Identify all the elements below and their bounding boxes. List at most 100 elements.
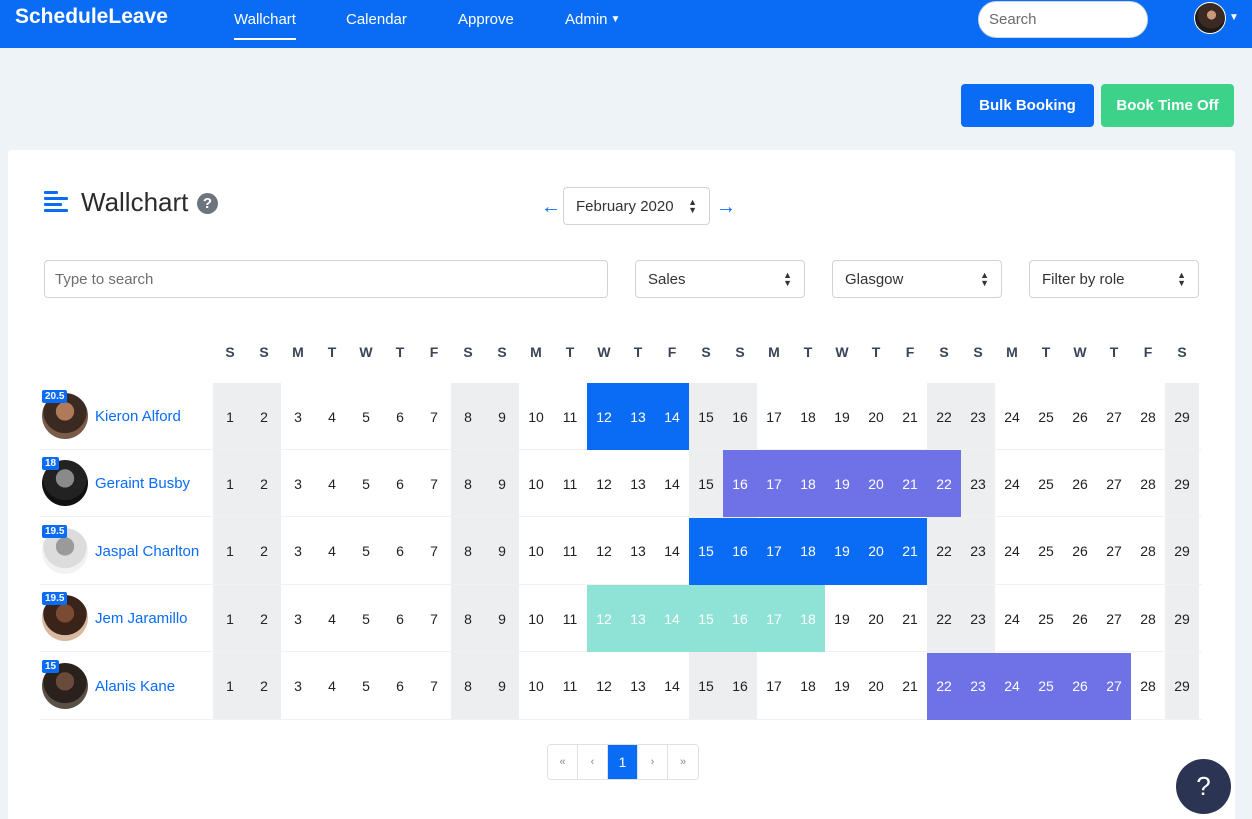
day-cell[interactable]: 8 (451, 450, 485, 517)
day-cell[interactable]: 2 (247, 450, 281, 517)
day-cell[interactable]: 11 (553, 653, 587, 720)
day-cell[interactable]: 23 (961, 383, 995, 450)
day-cell[interactable]: 22 (927, 585, 961, 652)
day-cell[interactable]: 23 (961, 653, 995, 720)
day-cell[interactable]: 16 (723, 518, 757, 585)
day-cell[interactable]: 20 (859, 518, 893, 585)
day-cell[interactable]: 27 (1097, 518, 1131, 585)
day-cell[interactable]: 17 (757, 518, 791, 585)
day-cell[interactable]: 26 (1063, 450, 1097, 517)
day-cell[interactable]: 21 (893, 653, 927, 720)
day-cell[interactable]: 18 (791, 585, 825, 652)
day-cell[interactable]: 23 (961, 585, 995, 652)
day-cell[interactable]: 25 (1029, 450, 1063, 517)
day-cell[interactable]: 19 (825, 450, 859, 517)
day-cell[interactable]: 6 (383, 585, 417, 652)
nav-admin[interactable]: Admin ▼ (565, 11, 620, 28)
day-cell[interactable]: 18 (791, 383, 825, 450)
employee-search-input[interactable] (44, 260, 608, 298)
first-page-button[interactable]: « (548, 745, 578, 779)
user-avatar[interactable] (1194, 2, 1226, 34)
day-cell[interactable]: 4 (315, 450, 349, 517)
day-cell[interactable]: 23 (961, 450, 995, 517)
day-cell[interactable]: 19 (825, 518, 859, 585)
day-cell[interactable]: 18 (791, 518, 825, 585)
day-cell[interactable]: 13 (621, 653, 655, 720)
day-cell[interactable]: 27 (1097, 450, 1131, 517)
day-cell[interactable]: 1 (213, 518, 247, 585)
day-cell[interactable]: 16 (723, 383, 757, 450)
day-cell[interactable]: 25 (1029, 383, 1063, 450)
day-cell[interactable]: 24 (995, 450, 1029, 517)
day-cell[interactable]: 9 (485, 383, 519, 450)
day-cell[interactable]: 28 (1131, 653, 1165, 720)
day-cell[interactable]: 10 (519, 450, 553, 517)
day-cell[interactable]: 25 (1029, 653, 1063, 720)
day-cell[interactable]: 6 (383, 518, 417, 585)
day-cell[interactable]: 29 (1165, 450, 1199, 517)
day-cell[interactable]: 24 (995, 653, 1029, 720)
day-cell[interactable]: 1 (213, 383, 247, 450)
day-cell[interactable]: 19 (825, 383, 859, 450)
day-cell[interactable]: 25 (1029, 585, 1063, 652)
day-cell[interactable]: 13 (621, 450, 655, 517)
day-cell[interactable]: 6 (383, 450, 417, 517)
day-cell[interactable]: 11 (553, 450, 587, 517)
day-cell[interactable]: 10 (519, 383, 553, 450)
day-cell[interactable]: 16 (723, 450, 757, 517)
day-cell[interactable]: 5 (349, 518, 383, 585)
day-cell[interactable]: 29 (1165, 518, 1199, 585)
day-cell[interactable]: 6 (383, 383, 417, 450)
day-cell[interactable]: 9 (485, 653, 519, 720)
day-cell[interactable]: 15 (689, 450, 723, 517)
month-select[interactable]: February 2020 ▲ ▼ (563, 187, 710, 225)
day-cell[interactable]: 22 (927, 518, 961, 585)
day-cell[interactable]: 20 (859, 653, 893, 720)
day-cell[interactable]: 15 (689, 518, 723, 585)
day-cell[interactable]: 5 (349, 383, 383, 450)
brand-logo[interactable]: ScheduleLeave (15, 5, 168, 29)
next-month-arrow-icon[interactable]: → (716, 196, 736, 219)
day-cell[interactable]: 11 (553, 585, 587, 652)
chevron-down-icon[interactable]: ▼ (1229, 12, 1239, 23)
day-cell[interactable]: 6 (383, 653, 417, 720)
day-cell[interactable]: 24 (995, 518, 1029, 585)
location-filter[interactable]: Glasgow ▲ ▼ (832, 260, 1002, 298)
day-cell[interactable]: 8 (451, 383, 485, 450)
day-cell[interactable]: 15 (689, 585, 723, 652)
day-cell[interactable]: 20 (859, 585, 893, 652)
day-cell[interactable]: 27 (1097, 653, 1131, 720)
day-cell[interactable]: 12 (587, 518, 621, 585)
day-cell[interactable]: 13 (621, 585, 655, 652)
day-cell[interactable]: 14 (655, 383, 689, 450)
help-icon[interactable]: ? (197, 193, 218, 214)
employee-name-link[interactable]: Jem Jaramillo (95, 610, 188, 627)
nav-calendar[interactable]: Calendar (346, 11, 407, 28)
day-cell[interactable]: 18 (791, 653, 825, 720)
employee-name-link[interactable]: Alanis Kane (95, 678, 175, 695)
day-cell[interactable]: 3 (281, 585, 315, 652)
day-cell[interactable]: 13 (621, 383, 655, 450)
day-cell[interactable]: 8 (451, 518, 485, 585)
day-cell[interactable]: 11 (553, 383, 587, 450)
day-cell[interactable]: 12 (587, 585, 621, 652)
day-cell[interactable]: 20 (859, 383, 893, 450)
day-cell[interactable]: 10 (519, 653, 553, 720)
day-cell[interactable]: 2 (247, 383, 281, 450)
day-cell[interactable]: 29 (1165, 653, 1199, 720)
day-cell[interactable]: 28 (1131, 518, 1165, 585)
day-cell[interactable]: 14 (655, 518, 689, 585)
day-cell[interactable]: 27 (1097, 585, 1131, 652)
day-cell[interactable]: 8 (451, 585, 485, 652)
nav-approve[interactable]: Approve (458, 11, 514, 28)
day-cell[interactable]: 4 (315, 585, 349, 652)
day-cell[interactable]: 7 (417, 653, 451, 720)
day-cell[interactable]: 25 (1029, 518, 1063, 585)
day-cell[interactable]: 10 (519, 518, 553, 585)
day-cell[interactable]: 24 (995, 383, 1029, 450)
day-cell[interactable]: 12 (587, 450, 621, 517)
day-cell[interactable]: 19 (825, 585, 859, 652)
day-cell[interactable]: 22 (927, 653, 961, 720)
prev-page-button[interactable]: ‹ (578, 745, 608, 779)
day-cell[interactable]: 17 (757, 450, 791, 517)
